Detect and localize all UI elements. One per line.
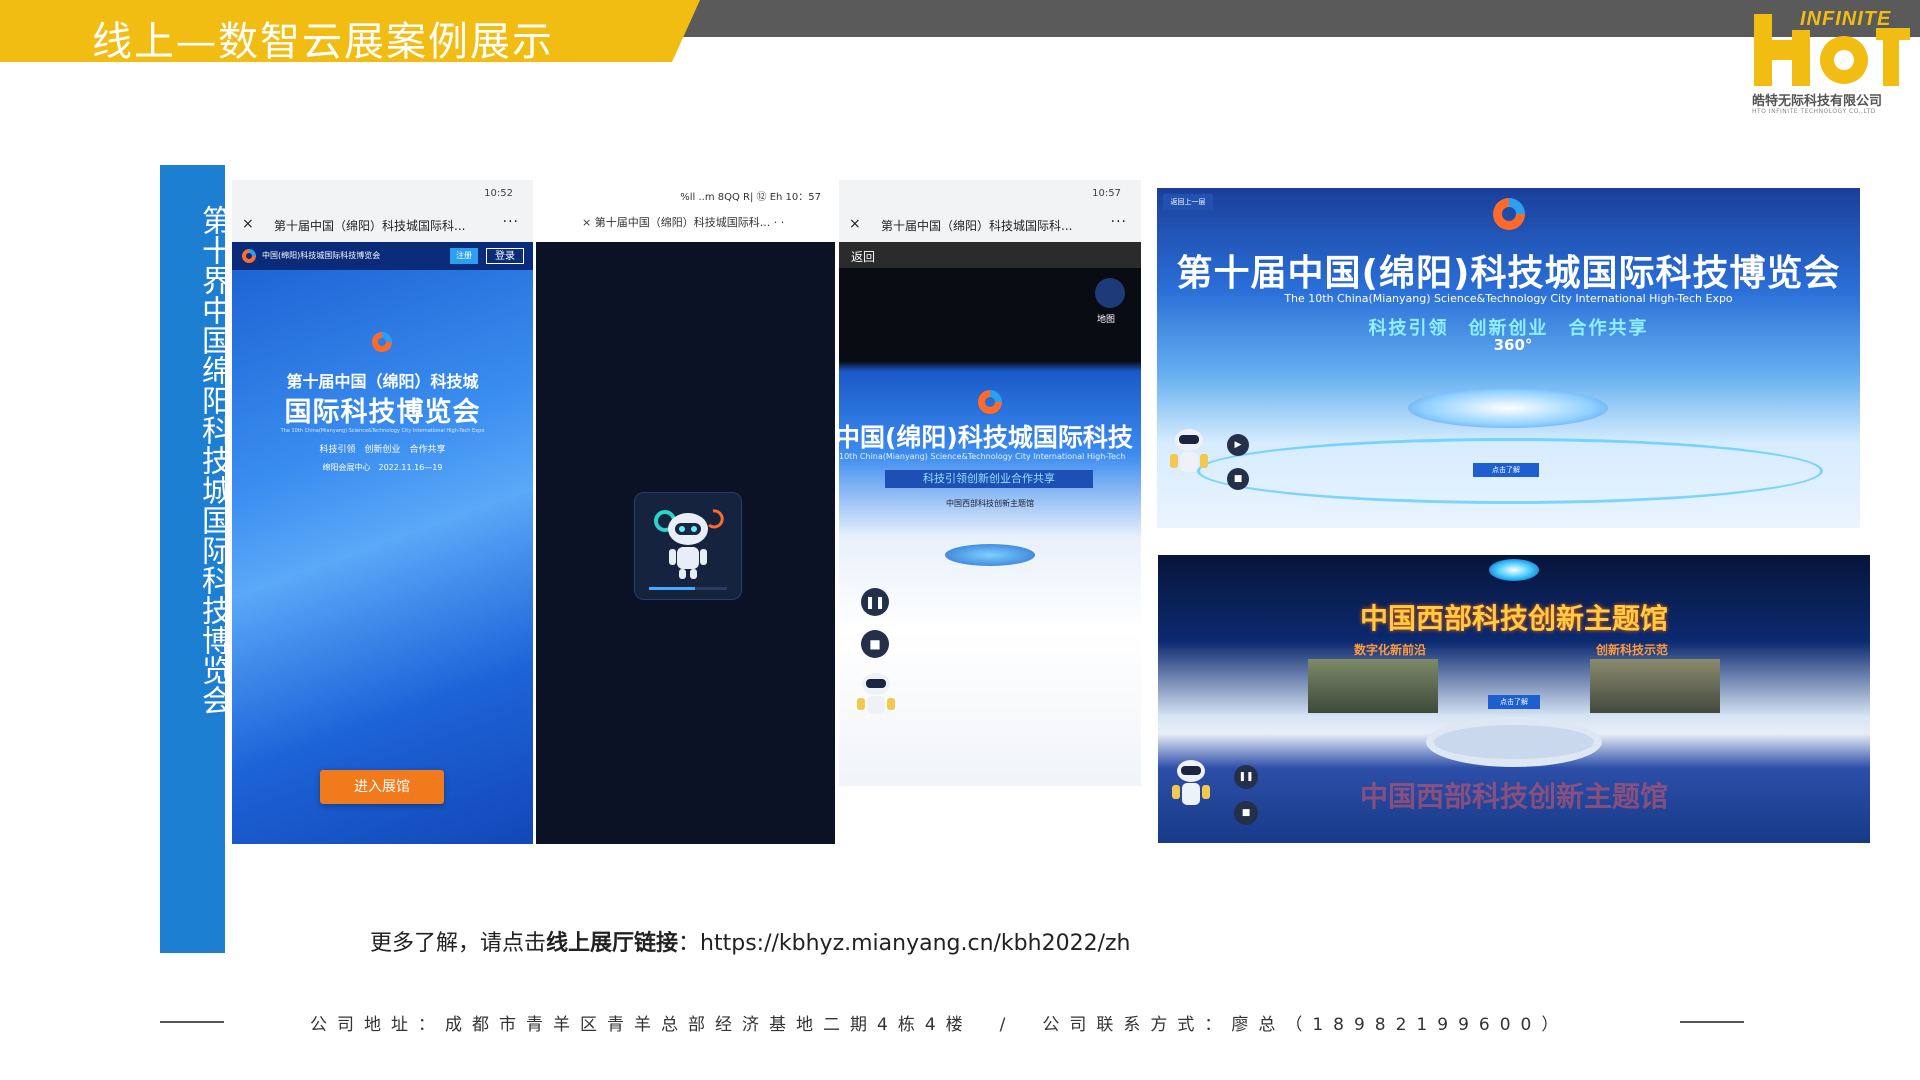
pause-button[interactable]: ❚❚ — [861, 588, 889, 616]
panorama-title: 第十届中国(绵阳)科技城国际科技博览会 — [1176, 253, 1841, 294]
landing-site-name: 中国(绵阳)科技城国际科技博览会 — [262, 251, 381, 260]
scene-title: 中国(绵阳)科技城国际科技 — [839, 423, 1133, 452]
stop-button[interactable]: ■ — [861, 630, 889, 658]
landing-slogan: 科技引领 创新创业 合作共享 — [319, 445, 446, 455]
hall-platform — [945, 544, 1035, 566]
back-bar[interactable]: 返回 — [839, 242, 1141, 268]
landing-venue-date: 绵阳会展中心 2022.11.16—19 — [322, 463, 443, 472]
scene-english: 10th China(Mianyang) Science&Technology … — [839, 452, 1126, 461]
right-board-label: 创新科技示范 — [1596, 643, 1669, 657]
phone-screenshot-loading: %ll ..m 8QQ R| ⑫ Eh 10：57 × 第十届中国（绵阳）科技城… — [536, 180, 835, 844]
company-logo: INFINITE 皓特无际科技有限公司 HTO INFINITE TECHNOL… — [1748, 6, 1916, 118]
footer-dash-right — [1680, 1021, 1744, 1023]
footer-contact: 公司地址：成都市青羊区青羊总部经济基地二期4栋4楼 / 公司联系方式：廖总（18… — [310, 1015, 1569, 1035]
status-bar: 10:57 — [839, 180, 1141, 206]
scene-view: 地图 中国(绵阳)科技城国际科技 10th China(Mianyang) Sc… — [839, 268, 1141, 786]
central-platform — [1408, 388, 1608, 428]
status-text: %ll ..m 8QQ R| ⑫ Eh 10：57 — [680, 192, 821, 203]
expo-emblem-icon — [372, 332, 392, 352]
theme-hall-title: 中国西部科技创新主题馆 — [1359, 602, 1668, 635]
back-level-button[interactable]: 返回上一层 — [1163, 194, 1213, 210]
right-display-board — [1590, 659, 1720, 713]
loading-robot-card — [634, 492, 742, 600]
robot-guide-icon — [857, 673, 895, 714]
left-display-board — [1308, 659, 1438, 713]
map-label: 地图 — [1097, 315, 1116, 325]
landing-headline-2: 国际科技博览会 — [284, 397, 481, 428]
expo-logo-icon — [242, 249, 256, 263]
learn-more-button[interactable]: 点击了解 — [1488, 695, 1540, 709]
theme-platform — [1426, 717, 1602, 767]
robot-guide-icon — [1170, 429, 1208, 472]
expo-emblem-icon — [978, 390, 1002, 414]
phone-screenshot-landing: 10:52 × 第十届中国（绵阳）科技城国际科... ··· 中国(绵阳)科技城… — [232, 180, 533, 844]
status-time: 10:57 — [1092, 188, 1121, 199]
logo-brand-text: INFINITE — [1800, 8, 1892, 30]
online-hall-url[interactable]: https://kbhyz.mianyang.cn/kbh2022/zh — [700, 931, 1130, 956]
ceiling-light — [1489, 559, 1539, 581]
play-button[interactable]: ▶ — [1227, 434, 1249, 456]
landing-headline-1: 第十届中国（绵阳）科技城 — [286, 372, 479, 391]
close-icon[interactable]: × — [849, 216, 861, 232]
footer-dash-left — [160, 1021, 224, 1023]
status-bar: %ll ..m 8QQ R| ⑫ Eh 10：57 × 第十届中国（绵阳）科技城… — [536, 180, 835, 242]
panorama-english: The 10th China(Mianyang) Science&Technol… — [1284, 292, 1733, 305]
link-bold-label: 线上展厅链接 — [546, 931, 679, 956]
landing-english: The 10th China(Mianyang) Science&Technol… — [280, 428, 485, 434]
stop-button[interactable]: ■ — [1234, 801, 1258, 825]
close-icon[interactable]: × — [242, 216, 254, 232]
pause-button[interactable]: ❚❚ — [1234, 765, 1258, 789]
online-hall-link-line: 更多了解，请点击线上展厅链接：https://kbhyz.mianyang.cn… — [370, 925, 1130, 957]
panorama-main-hall: 返回上一层 第十届中国(绵阳)科技城国际科技博览会 The 10th China… — [1157, 188, 1860, 528]
wechat-nav-bar: × 第十届中国（绵阳）科技城国际科... ··· — [232, 206, 533, 242]
scene-slogan: 科技引领创新创业合作共享 — [885, 470, 1093, 488]
phone-screenshot-scene: 10:57 × 第十届中国（绵阳）科技城国际科... ··· 返回 地图 中国(… — [839, 180, 1141, 786]
stop-button[interactable]: ■ — [1227, 468, 1249, 490]
logo-company-en: HTO INFINITE TECHNOLOGY CO.,LTD — [1752, 108, 1876, 115]
more-icon[interactable]: ··· — [503, 214, 519, 230]
link-colon: ： — [678, 931, 701, 956]
status-bar: 10:52 — [232, 180, 533, 206]
enter-hall-button[interactable]: 进入展馆 — [320, 770, 444, 804]
floor-reflection-text: 中国西部科技创新主题馆 — [1359, 780, 1668, 813]
back-button[interactable]: 返回 — [851, 248, 875, 265]
left-board-label: 数字化新前沿 — [1354, 643, 1427, 657]
landing-hero: 中国(绵阳)科技城国际科技博览会 注册 登录 第十届中国（绵阳）科技城 国际科技… — [232, 242, 533, 844]
landing-top-bar: 中国(绵阳)科技城国际科技博览会 注册 登录 — [232, 242, 533, 270]
expo-side-label-text: 第十界中国绵阳科技城国际科技博览会 — [196, 205, 231, 715]
status-time: 10:52 — [484, 188, 513, 199]
nav-title: 第十届中国（绵阳）科技城国际科... — [274, 219, 466, 233]
scene-hall-label: 中国西部科技创新主题馆 — [946, 499, 1034, 508]
nav-title: × 第十届中国（绵阳）科技城国际科... · · — [582, 216, 785, 229]
robot-mascot-icon — [649, 509, 727, 590]
expo-side-label: 第十界中国绵阳科技城国际科技博览会 — [160, 165, 231, 953]
expo-emblem-icon — [1493, 198, 1525, 230]
panorama-360-badge: 360° — [1493, 336, 1533, 354]
login-button[interactable]: 登录 — [486, 248, 524, 264]
panorama-theme-hall: 中国西部科技创新主题馆 数字化新前沿 创新科技示范 点击了解 中国西部科技创新主… — [1158, 555, 1870, 843]
nav-title: 第十届中国（绵阳）科技城国际科... — [881, 219, 1073, 233]
page-title: 线上—数智云展案例展示 — [92, 19, 554, 65]
learn-more-button[interactable]: 点击了解 — [1473, 463, 1539, 477]
more-icon[interactable]: ··· — [1111, 214, 1127, 230]
link-prefix: 更多了解，请点击 — [370, 931, 547, 956]
wechat-nav-bar: × 第十届中国（绵阳）科技城国际科... ··· — [839, 206, 1141, 242]
map-icon[interactable] — [1095, 278, 1125, 308]
register-button[interactable]: 注册 — [450, 248, 478, 264]
robot-guide-icon — [1172, 760, 1210, 805]
logo-company-cn: 皓特无际科技有限公司 — [1752, 94, 1883, 109]
